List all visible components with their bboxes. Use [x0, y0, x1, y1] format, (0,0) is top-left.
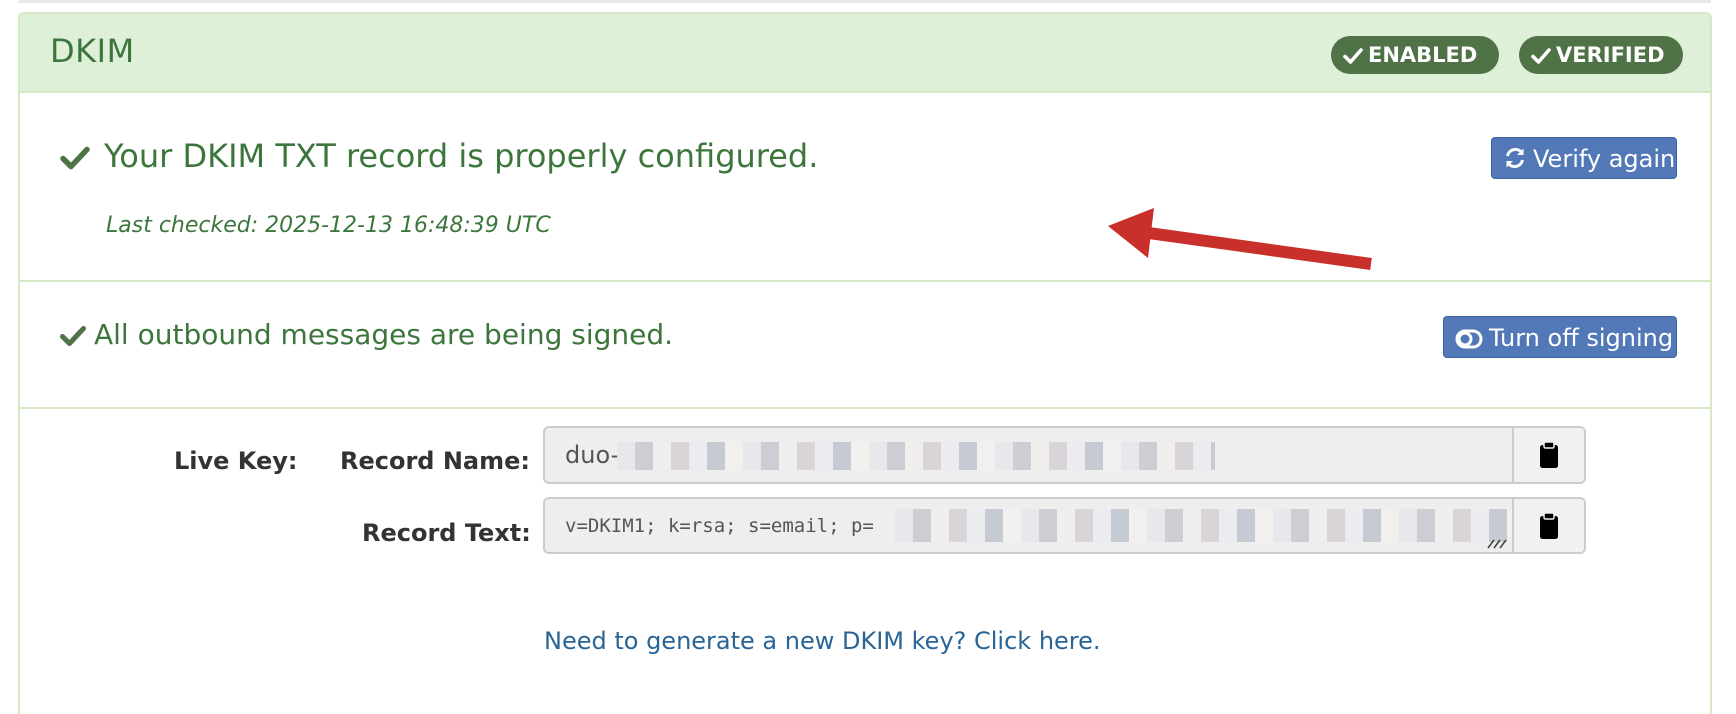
generate-new-key-link[interactable]: Need to generate a new DKIM key? Click h…	[544, 627, 1101, 655]
live-key-label: Live Key:	[174, 447, 298, 475]
verification-message: Your DKIM TXT record is properly configu…	[104, 137, 819, 175]
enabled-badge-label: ENABLED	[1368, 43, 1478, 67]
verify-again-button[interactable]: Verify again	[1491, 137, 1677, 179]
clipboard-icon	[1540, 441, 1558, 468]
turn-off-signing-button[interactable]: Turn off signing	[1443, 316, 1677, 358]
dkim-panel: DKIM ENABLED VERIFIED Your DKIM TXT reco…	[18, 12, 1712, 714]
enabled-badge: ENABLED	[1331, 36, 1499, 74]
panel-title: DKIM	[50, 32, 135, 70]
record-name-field[interactable]: duo-	[543, 426, 1586, 484]
annotation-arrow-icon	[1108, 208, 1372, 270]
check-icon	[60, 146, 90, 170]
redacted-record-name	[617, 442, 1215, 470]
check-icon	[60, 326, 86, 346]
last-checked-timestamp: Last checked: 2025-12-13 16:48:39 UTC	[106, 213, 551, 238]
signing-section: All outbound messages are being signed. …	[20, 282, 1710, 409]
redacted-record-text	[895, 509, 1515, 542]
verification-section: Your DKIM TXT record is properly configu…	[20, 93, 1710, 282]
record-name-value: duo-	[565, 441, 620, 469]
clipboard-icon	[1540, 511, 1558, 539]
panel-heading: DKIM ENABLED VERIFIED	[20, 14, 1710, 93]
record-text-field[interactable]: v=DKIM1; k=rsa; s=email; p=	[543, 497, 1586, 554]
signing-status: All outbound messages are being signed.	[60, 318, 673, 351]
check-icon	[1343, 48, 1363, 64]
copy-record-name-button[interactable]	[1512, 428, 1584, 482]
signing-message: All outbound messages are being signed.	[94, 318, 674, 351]
copy-record-text-button[interactable]	[1512, 499, 1584, 552]
record-name-label: Record Name:	[340, 447, 531, 475]
live-key-section: Live Key: Record Name: Record Text: duo-…	[20, 409, 1710, 714]
verify-again-label: Verify again	[1533, 145, 1676, 173]
check-icon	[1531, 48, 1551, 64]
record-text-value: v=DKIM1; k=rsa; s=email; p=	[565, 514, 874, 537]
verified-badge: VERIFIED	[1519, 36, 1683, 74]
verification-status: Your DKIM TXT record is properly configu…	[60, 137, 818, 175]
record-text-label: Record Text:	[362, 519, 531, 547]
refresh-icon	[1506, 147, 1524, 169]
toggle-icon	[1455, 329, 1483, 349]
page-top-border	[18, 0, 1711, 3]
resize-grip-icon[interactable]	[1484, 539, 1508, 549]
verified-badge-label: VERIFIED	[1556, 43, 1665, 67]
turn-off-signing-label: Turn off signing	[1489, 324, 1674, 352]
